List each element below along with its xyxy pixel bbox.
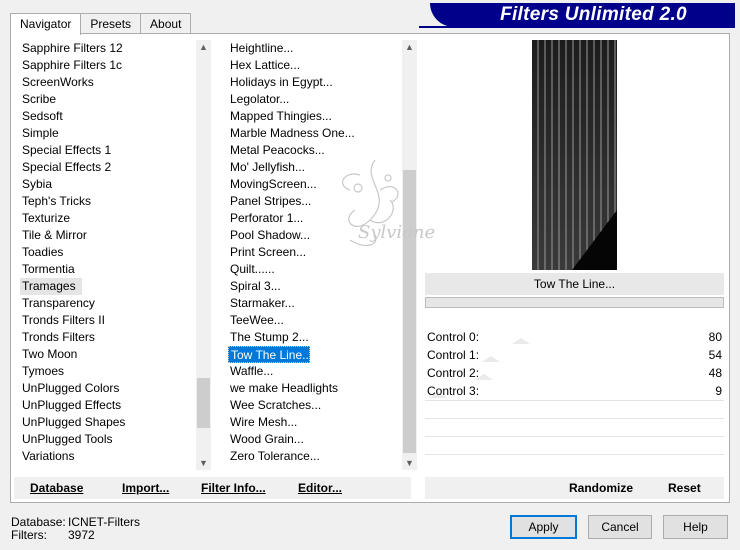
left-button-bar: Database Import... Filter Info... Editor… [14,477,411,499]
category-item[interactable]: Simple [20,125,195,142]
category-item[interactable]: UnPlugged Tools [20,431,195,448]
category-item[interactable]: Variations [20,448,195,465]
control-label: Control 1: [427,348,480,362]
category-item[interactable]: Special Effects 1 [20,142,195,159]
category-item[interactable]: UnPlugged Shapes [20,414,195,431]
filter-item[interactable]: Wire Mesh... [228,414,400,431]
control-value: 9 [715,384,722,398]
control-row[interactable]: Control 3: 9 [427,382,724,400]
preview-label: Tow The Line... [533,277,616,291]
cancel-button[interactable]: Cancel [588,515,652,539]
control-label: Control 2: [427,366,480,380]
category-item[interactable]: Tile & Mirror [20,227,195,244]
help-button[interactable]: Help [663,515,728,539]
filter-item[interactable]: Hex Lattice... [228,57,400,74]
tab-navigator[interactable]: Navigator [10,13,82,35]
scroll-down-icon[interactable]: ▼ [196,456,211,470]
status-database-label: Database: [11,515,66,529]
category-item[interactable]: Transparency [20,295,195,312]
filter-item[interactable]: Wee Scratches... [228,397,400,414]
title-underline [419,26,735,28]
apply-button[interactable]: Apply [510,515,577,539]
category-item[interactable]: Special Effects 2 [20,159,195,176]
tab-presets[interactable]: Presets [80,13,142,34]
filter-info-button[interactable]: Filter Info... [201,477,266,499]
app-title-banner: Filters Unlimited 2.0 [430,3,735,27]
category-item[interactable]: Teph's Tricks [20,193,195,210]
control-value: 80 [708,330,722,344]
filter-item[interactable]: Holidays in Egypt... [228,74,400,91]
category-item[interactable]: Sapphire Filters 1c [20,57,195,74]
filter-item[interactable]: Legolator... [228,91,400,108]
category-item[interactable]: UnPlugged Colors [20,380,195,397]
category-item[interactable]: Sedsoft [20,108,195,125]
tab-about[interactable]: About [140,13,192,34]
filter-item[interactable]: Spiral 3... [228,278,400,295]
control-separator [425,436,724,437]
scroll-thumb[interactable] [197,378,210,428]
scroll-up-icon[interactable]: ▲ [196,40,211,54]
filter-item[interactable]: Starmaker... [228,295,400,312]
slider-marker-icon [512,338,530,344]
category-item[interactable]: Tronds Filters II [20,312,195,329]
progress-bar [425,297,724,308]
filter-item[interactable]: TeeWee... [228,312,400,329]
scroll-up-icon[interactable]: ▲ [402,40,417,54]
filter-item[interactable]: The Stump 2... [228,329,400,346]
tab-strip: Navigator Presets About [10,13,192,35]
control-label: Control 0: [427,330,480,344]
filter-item[interactable]: Heightline... [228,40,400,57]
category-item[interactable]: Tramages [20,278,82,295]
filter-item[interactable]: we make Headlights [228,380,400,397]
reset-button[interactable]: Reset [668,477,701,499]
import-button[interactable]: Import... [122,477,169,499]
right-button-bar: Randomize Reset [425,477,724,499]
preview-image [532,40,617,270]
randomize-button[interactable]: Randomize [569,477,633,499]
editor-button[interactable]: Editor... [298,477,342,499]
status-database-value: ICNET-Filters [68,515,140,529]
filter-item[interactable]: Tow The Line... [228,346,312,363]
control-separator [425,454,724,455]
status-filters-value: 3972 [68,528,95,542]
category-item[interactable]: Tormentia [20,261,195,278]
control-row[interactable]: Control 0: 80 [427,328,724,346]
category-scrollbar[interactable]: ▲ ▼ [196,40,211,470]
filter-item[interactable]: Waffle... [228,363,400,380]
control-value: 54 [708,348,722,362]
category-item[interactable]: Texturize [20,210,195,227]
category-list[interactable]: Sapphire Filters 12 Sapphire Filters 1c Sc… [20,40,195,470]
filter-item[interactable]: Mapped Thingies... [228,108,400,125]
category-item[interactable]: UnPlugged Effects [20,397,195,414]
category-item[interactable]: Two Moon [20,346,195,363]
category-item[interactable]: Tronds Filters [20,329,195,346]
category-item[interactable]: ScreenWorks [20,74,195,91]
preview-box [532,40,617,270]
scroll-down-icon[interactable]: ▼ [402,456,417,470]
control-separator [425,418,724,419]
filter-item[interactable]: Zero Tolerance... [228,448,400,465]
slider-marker-icon [482,356,500,362]
filter-item[interactable]: Wood Grain... [228,431,400,448]
category-item[interactable]: Toadies [20,244,195,261]
category-item[interactable]: Sybia [20,176,195,193]
control-row[interactable]: Control 2: 48 [427,364,724,382]
category-item[interactable]: Sapphire Filters 12 [20,40,195,57]
watermark-ornament: Sylviane [300,150,460,270]
control-row[interactable]: Control 1: 54 [427,346,724,364]
preview-label-bar: Tow The Line... [425,273,724,295]
category-item[interactable]: Scribe [20,91,195,108]
control-value: 48 [708,366,722,380]
database-button[interactable]: Database [30,477,83,499]
control-separator [425,400,724,401]
category-item[interactable]: Tymoes [20,363,195,380]
filter-item[interactable]: Marble Madness One... [228,125,400,142]
status-filters-label: Filters: [11,528,47,542]
control-label: Control 3: [427,384,480,398]
watermark-text: Sylviane [358,222,436,243]
